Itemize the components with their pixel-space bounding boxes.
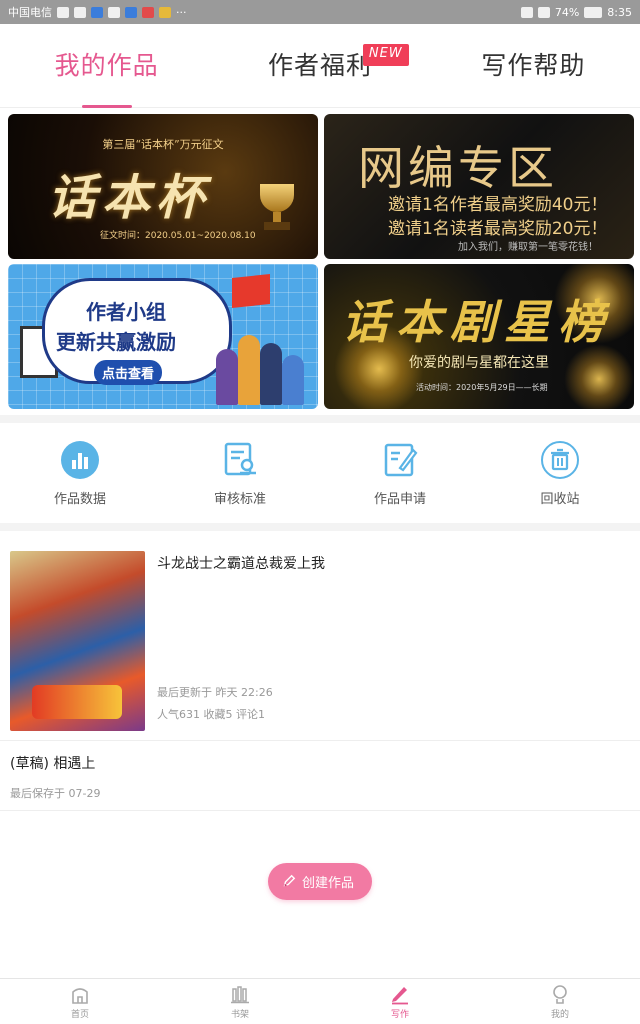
banner-title: 网编专区 (358, 141, 558, 195)
app2-notification-icon (142, 6, 154, 18)
draft-title: (草稿) 相遇上 (10, 756, 96, 772)
banner-subtitle: 第三届“话本杯”万元征文 (102, 138, 224, 151)
status-bar: 中国电信 ··· 74% 8:35 (0, 0, 640, 24)
works-list: 斗龙战士之霸道总裁爱上我 最后更新于 昨天 22:26 人气631 收藏5 评论… (0, 531, 640, 811)
nav-home[interactable]: 首页 (0, 979, 160, 1024)
signal-icon (57, 6, 69, 18)
review-icon (220, 440, 260, 480)
banner-author-group[interactable]: 作者小组 更新共赢激励 点击查看 (8, 264, 318, 409)
app3-notification-icon (159, 6, 171, 18)
chart-icon (60, 440, 100, 480)
banner-subtitle: 你爱的剧与星都在这里 (409, 355, 549, 371)
battery-percent: 74% (554, 5, 580, 19)
tab-author-benefits[interactable]: 作者福利 NEW (213, 24, 426, 108)
write-icon (392, 987, 408, 1005)
nav-bookshelf[interactable]: 书架 (160, 979, 320, 1024)
nav-write[interactable]: 写作 (320, 979, 480, 1024)
tools-row: 作品数据 审核标准 作品申请 回收站 (0, 423, 640, 523)
people-illustration (216, 325, 306, 405)
banner-footnote: 加入我们，赚取第一笔零花钱！ (458, 242, 598, 253)
tool-recycle-bin[interactable]: 回收站 (480, 440, 640, 507)
apply-icon (380, 440, 420, 480)
top-tabs: 我的作品 作者福利 NEW 写作帮助 (0, 24, 640, 108)
create-work-button[interactable]: 创建作品 (267, 862, 372, 900)
tool-label: 作品数据 (53, 491, 106, 507)
banner-star-chart[interactable]: 话本剧星榜 你爱的剧与星都在这里 活动时间：2020年5月29日——长期 (324, 264, 634, 409)
tab-writing-help[interactable]: 写作帮助 (427, 24, 640, 108)
bookshelf-icon (231, 986, 249, 1004)
clock: 8:35 (607, 5, 632, 19)
work-cover (10, 551, 145, 731)
draft-saved: 最后保存于 07-29 (10, 787, 101, 800)
work-updated: 最后更新于 昨天 22:26 (157, 686, 273, 699)
paw-notification-icon (125, 6, 137, 18)
home-icon (72, 988, 88, 1004)
tab-my-works[interactable]: 我的作品 (0, 24, 213, 108)
banner-editor-zone[interactable]: 网编专区 邀请1名作者最高奖励40元！ 邀请1名读者最高奖励20元！ 加入我们，… (324, 114, 634, 259)
moon-icon (537, 6, 550, 18)
banner-title: 话本剧星榜 (342, 295, 612, 349)
work-title: 斗龙战士之霸道总裁爱上我 (157, 556, 325, 572)
trash-icon (540, 440, 580, 480)
banner-grid: 第三届“话本杯”万元征文 话本杯 征文时间：2020.05.01~2020.08… (0, 108, 640, 415)
banner-line: 邀请1名作者最高奖励40元！ (388, 195, 608, 215)
banner-title: 作者小组 (86, 300, 166, 324)
divider (0, 415, 640, 423)
work-stats: 人气631 收藏5 评论1 (157, 708, 265, 721)
battery-icon (584, 6, 603, 18)
app-notification-icon (91, 6, 103, 18)
trophy-icon (260, 184, 294, 232)
create-area: 创建作品 (0, 811, 640, 951)
banner-date: 活动时间：2020年5月29日——长期 (416, 383, 548, 392)
work-item[interactable]: 斗龙战士之霸道总裁爱上我 最后更新于 昨天 22:26 人气631 收藏5 评论… (0, 531, 640, 741)
more-notifications-icon: ··· (176, 5, 187, 19)
draft-item[interactable]: (草稿) 相遇上 最后保存于 07-29 (0, 741, 640, 811)
tool-review-standard[interactable]: 审核标准 (160, 440, 320, 507)
view-button[interactable]: 点击查看 (94, 360, 163, 385)
create-work-label: 创建作品 (301, 875, 354, 891)
banner-title: 话本杯 (48, 170, 211, 226)
tool-label: 回收站 (540, 491, 580, 507)
pencil-icon (283, 874, 296, 887)
tool-label: 作品申请 (373, 491, 426, 507)
carrier-label: 中国电信 (8, 6, 52, 19)
banner-huaben-cup[interactable]: 第三届“话本杯”万元征文 话本杯 征文时间：2020.05.01~2020.08… (8, 114, 318, 259)
wifi-icon (74, 6, 86, 18)
banner-date: 征文时间：2020.05.01~2020.08.10 (100, 231, 256, 241)
new-badge: NEW (362, 43, 409, 66)
tool-apply[interactable]: 作品申请 (320, 440, 480, 507)
nav-profile[interactable]: 我的 (480, 979, 640, 1024)
flag-icon (232, 274, 270, 308)
tool-works-data[interactable]: 作品数据 (0, 440, 160, 507)
cover-logo (32, 685, 122, 719)
eye-icon (520, 6, 533, 18)
tool-label: 审核标准 (213, 491, 266, 507)
chat-notification-icon (108, 6, 120, 18)
divider (0, 523, 640, 531)
banner-line: 邀请1名读者最高奖励20元！ (388, 219, 608, 239)
profile-icon (553, 985, 567, 1004)
banner-subtitle: 更新共赢激励 (56, 330, 176, 354)
bottom-nav: 首页 书架 写作 我的 (0, 978, 640, 1024)
